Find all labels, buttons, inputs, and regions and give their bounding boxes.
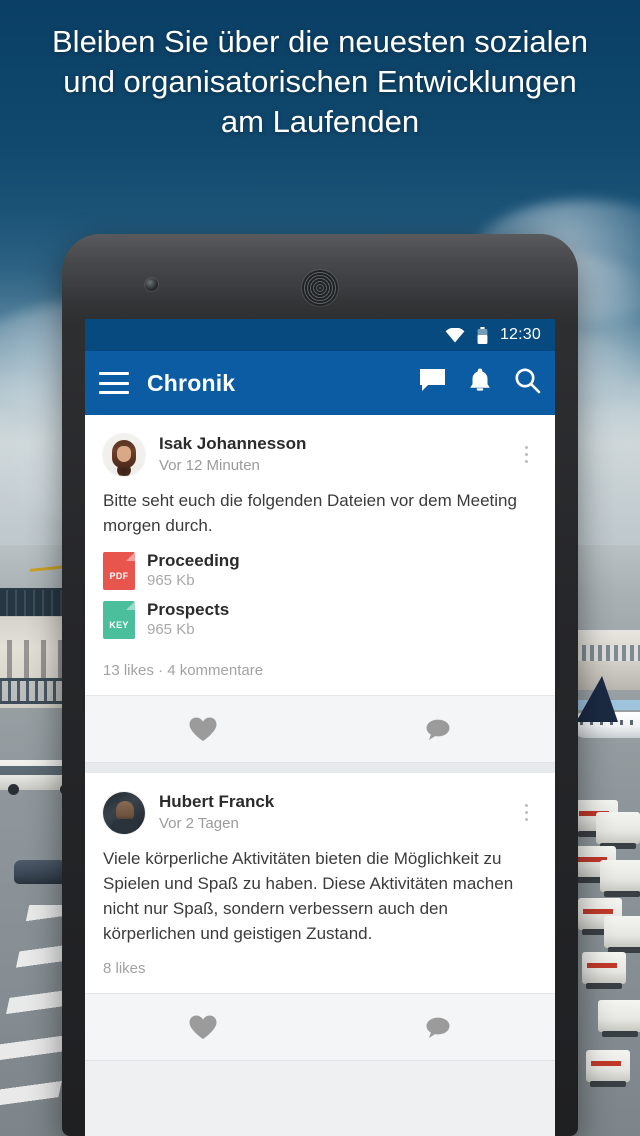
bus-wheel: [8, 784, 19, 795]
phone-mockup: 12:30 Chronik Isak Johannesson Vor 12 Mi…: [62, 234, 578, 1136]
app-bar-actions: [419, 367, 541, 399]
feed: Isak Johannesson Vor 12 Minuten Bitte se…: [85, 415, 555, 1061]
hamburger-menu-icon[interactable]: [99, 372, 129, 394]
comment-icon: [426, 1017, 449, 1038]
post-stats[interactable]: 8 likes: [85, 946, 555, 993]
avatar[interactable]: [103, 791, 145, 834]
post-action-bar: [85, 695, 555, 763]
attachment-size: 965 Kb: [147, 621, 195, 638]
feed-divider: [85, 763, 555, 773]
baggage-cart: [582, 952, 626, 989]
promo-headline: Bleiben Sie über die neuesten sozialen u…: [52, 24, 588, 139]
baggage-cart: [596, 812, 640, 849]
avatar[interactable]: [103, 433, 145, 476]
like-button[interactable]: [85, 1014, 320, 1041]
post-card: Hubert Franck Vor 2 Tagen Viele körperli…: [85, 773, 555, 1061]
battery-icon: [477, 326, 488, 344]
post-overflow-menu-icon[interactable]: [515, 440, 537, 469]
messages-button[interactable]: [419, 368, 446, 399]
post-author[interactable]: Hubert Franck: [159, 791, 515, 813]
post-stats[interactable]: 13 likes · 4 kommentare: [85, 648, 555, 695]
page-title: Chronik: [147, 369, 236, 396]
heart-icon: [189, 1015, 216, 1039]
earpiece-speaker-icon: [302, 270, 338, 306]
keynote-file-icon: KEY: [103, 600, 135, 639]
post-author[interactable]: Isak Johannesson: [159, 433, 515, 455]
like-button[interactable]: [85, 716, 320, 743]
post-timestamp: Vor 12 Minuten: [159, 457, 260, 474]
post-header: Isak Johannesson Vor 12 Minuten: [85, 415, 555, 476]
comment-button[interactable]: [320, 716, 555, 743]
heart-icon: [189, 717, 216, 741]
post-overflow-menu-icon[interactable]: [515, 798, 537, 827]
baggage-cart: [598, 1000, 640, 1037]
attachment-row[interactable]: KEY Prospects 965 Kb: [103, 599, 537, 640]
post-action-bar: [85, 993, 555, 1061]
notifications-button[interactable]: [468, 367, 492, 399]
app-bar: Chronik: [85, 351, 555, 415]
front-camera-icon: [145, 278, 158, 291]
attachment-name: Prospects: [147, 600, 230, 619]
attachment-info: Proceeding 965 Kb: [147, 550, 240, 591]
post-meta: Hubert Franck Vor 2 Tagen: [159, 791, 515, 834]
pdf-file-icon: PDF: [103, 551, 135, 590]
baggage-cart: [600, 860, 640, 897]
phone-screen: 12:30 Chronik Isak Johannesson Vor 12 Mi…: [85, 319, 555, 1136]
post-header: Hubert Franck Vor 2 Tagen: [85, 773, 555, 834]
comment-button[interactable]: [320, 1014, 555, 1041]
post-body: Viele körperliche Aktivitäten bieten die…: [103, 849, 514, 943]
wifi-icon: [445, 327, 465, 343]
attachment-info: Prospects 965 Kb: [147, 599, 229, 640]
post-meta: Isak Johannesson Vor 12 Minuten: [159, 433, 515, 476]
post-body: Bitte seht euch die folgenden Dateien vo…: [103, 491, 517, 535]
attachment-size: 965 Kb: [147, 572, 195, 589]
baggage-cart: [586, 1050, 630, 1087]
post-attachments: PDF Proceeding 965 Kb KEY Prospects 965 …: [85, 538, 555, 640]
attachment-row[interactable]: PDF Proceeding 965 Kb: [103, 550, 537, 591]
baggage-cart: [604, 916, 640, 953]
comment-icon: [426, 719, 449, 740]
car: [14, 860, 68, 884]
status-bar-clock: 12:30: [499, 326, 541, 343]
attachment-name: Proceeding: [147, 551, 240, 570]
post-timestamp: Vor 2 Tagen: [159, 815, 239, 832]
status-bar: 12:30: [85, 319, 555, 351]
post-card: Isak Johannesson Vor 12 Minuten Bitte se…: [85, 415, 555, 763]
search-button[interactable]: [514, 367, 541, 399]
